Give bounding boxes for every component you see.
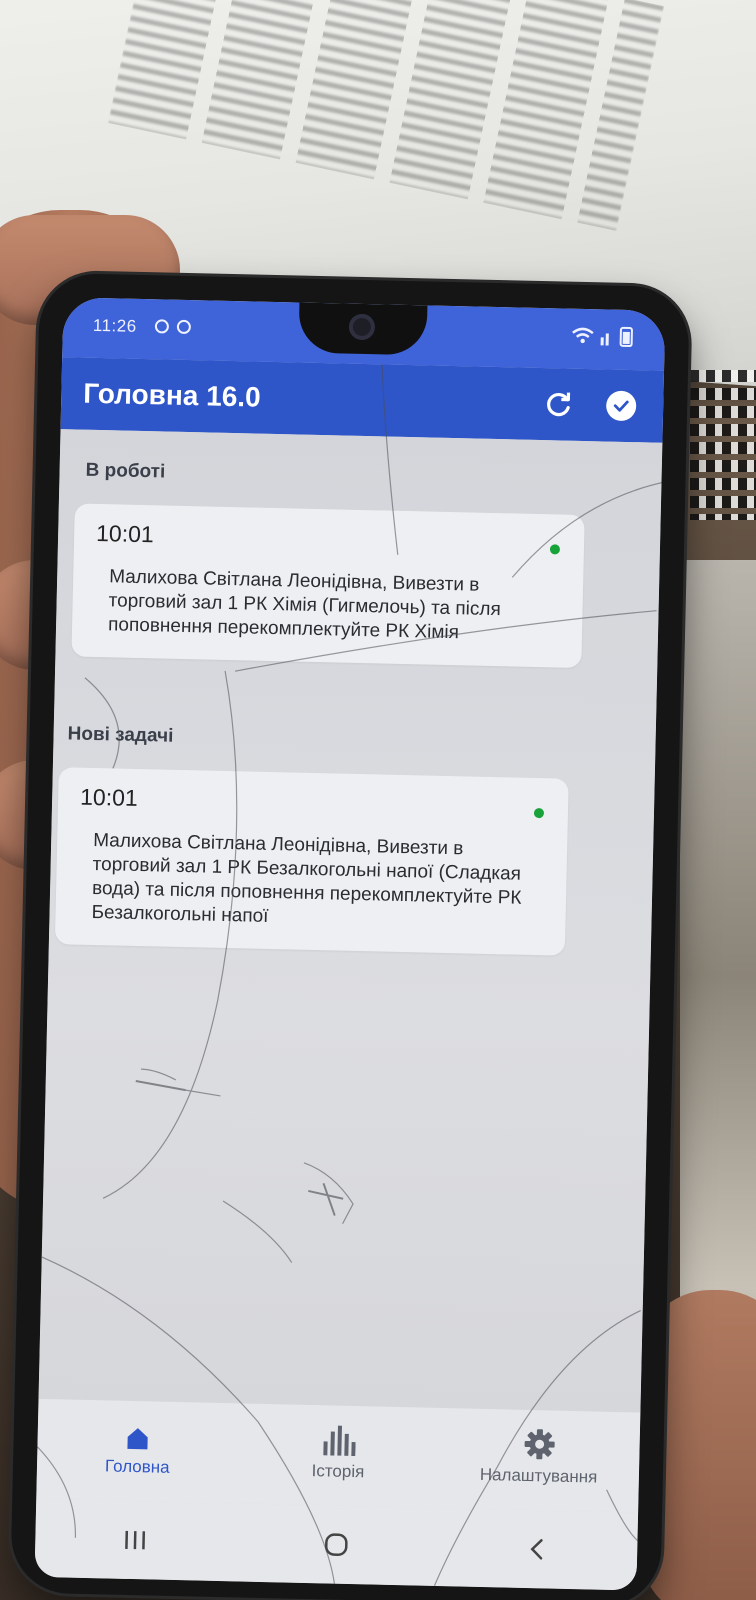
back-chevron-icon (530, 1539, 543, 1560)
refresh-button[interactable] (539, 384, 580, 425)
check-circle-icon (605, 390, 637, 422)
section-in-progress-title: В роботі (85, 459, 166, 483)
nav-home-label: Головна (104, 1456, 170, 1477)
task-description: Малихова Світлана Леонідівна, Вивезти в … (91, 829, 522, 927)
section-new-tasks-title: Нові задачі (67, 723, 174, 747)
nav-settings[interactable]: Налаштування (448, 1426, 629, 1488)
confirm-button[interactable] (601, 385, 642, 426)
notification-icon (154, 319, 170, 334)
task-time: 10:01 (95, 519, 155, 548)
app-bar: Головна 16.0 (60, 357, 665, 443)
qr-code (690, 370, 756, 520)
wifi-icon (572, 326, 633, 348)
nav-history-label: Історія (311, 1461, 365, 1482)
recent-apps-button[interactable] (105, 1519, 166, 1560)
nav-settings-label: Налаштування (479, 1464, 598, 1487)
task-card-new[interactable]: 10:01 Малихова Світлана Леонідівна, Виве… (54, 767, 569, 956)
home-icon (125, 1419, 152, 1452)
task-time: 10:01 (79, 783, 139, 811)
back-button[interactable] (506, 1529, 567, 1570)
home-circle-icon (324, 1533, 348, 1556)
status-time: 11:26 (92, 315, 137, 336)
recent-apps-icon (125, 1530, 146, 1550)
phone-screen: 11:26 Головна 16.0 В роботі 10:01 Малихо… (34, 297, 666, 1591)
refresh-icon (547, 392, 571, 417)
task-description: Малихова Світлана Леонідівна, Вивезти в … (107, 566, 502, 644)
home-system-button[interactable] (306, 1524, 367, 1565)
task-list: В роботі 10:01 Малихова Світлана Леоніді… (38, 429, 663, 1413)
page-title: Головна 16.0 (83, 377, 262, 413)
gear-icon (523, 1428, 556, 1461)
notification-icon (176, 319, 192, 335)
phone-device: 11:26 Головна 16.0 В роботі 10:01 Малихо… (10, 272, 690, 1600)
blurred-printed-table (107, 0, 665, 232)
bottom-navigation: Головна Історія Налаштування (36, 1398, 641, 1513)
nav-home[interactable]: Головна (47, 1417, 228, 1479)
signal-battery-icons (570, 325, 637, 352)
system-navigation-bar (34, 1498, 639, 1591)
bar-chart-icon (321, 1423, 356, 1457)
task-card-in-progress[interactable]: 10:01 Малихова Світлана Леонідівна, Виве… (71, 503, 585, 668)
nav-history[interactable]: Історія (248, 1422, 429, 1484)
